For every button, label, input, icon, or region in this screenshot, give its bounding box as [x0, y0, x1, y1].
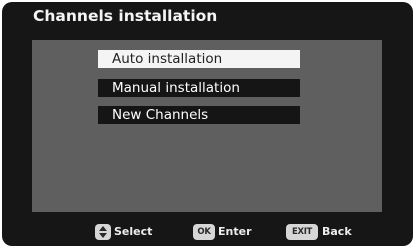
tv-screen: Channels installation Auto installation … — [2, 2, 413, 246]
key-hints-bar: Select OK Enter EXIT Back — [2, 224, 413, 244]
exit-key-icon: EXIT — [286, 224, 318, 240]
menu-item-new-channels[interactable]: New Channels — [98, 106, 300, 124]
ok-key-icon: OK — [193, 224, 215, 240]
back-hint-label: Back — [322, 225, 352, 238]
menu-item-auto-installation[interactable]: Auto installation — [98, 50, 300, 68]
up-down-arrows-icon — [95, 224, 111, 240]
menu-item-manual-installation[interactable]: Manual installation — [98, 79, 300, 97]
page-title: Channels installation — [33, 7, 218, 25]
select-hint-label: Select — [114, 225, 153, 238]
menu-panel: Auto installation Manual installation Ne… — [32, 40, 382, 212]
enter-hint-label: Enter — [218, 225, 252, 238]
